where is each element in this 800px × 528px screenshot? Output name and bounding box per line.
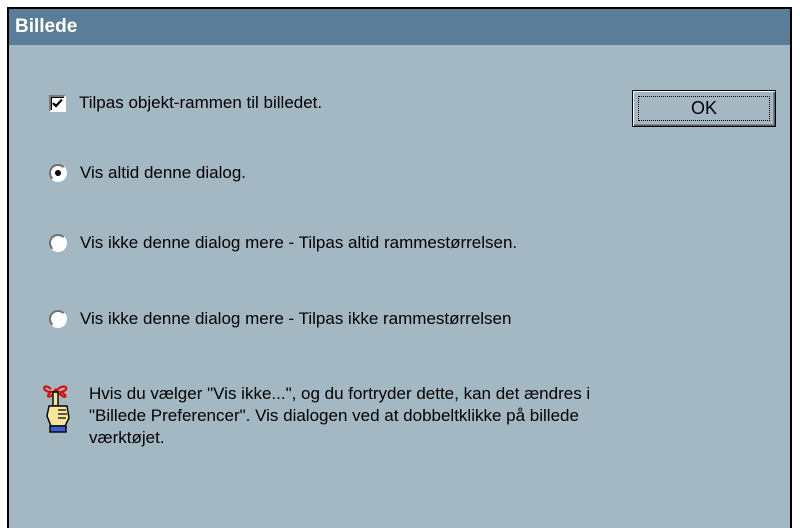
ok-button[interactable]: OK bbox=[632, 90, 776, 127]
radio-button-always-fit[interactable] bbox=[49, 234, 67, 252]
ok-button-label: OK bbox=[690, 98, 717, 118]
hint-line: Hvis du vælger "Vis ikke...", og du fort… bbox=[89, 384, 591, 403]
radio-label-never-fit: Vis ikke denne dialog mere - Tilpas ikke… bbox=[80, 309, 512, 328]
radio-option-always-fit[interactable]: Vis ikke denne dialog mere - Tilpas alti… bbox=[49, 231, 517, 255]
hint-line: "Billede Preferencer". Vis dialogen ved … bbox=[89, 406, 579, 425]
radio-selected-dot bbox=[55, 170, 61, 176]
dialog-title: Billede bbox=[15, 16, 78, 37]
radio-option-never-fit[interactable]: Vis ikke denne dialog mere - Tilpas ikke… bbox=[49, 307, 511, 331]
fit-frame-label: Tilpas objekt-rammen til billedet. bbox=[79, 93, 323, 112]
hint-line: værktøjet. bbox=[89, 428, 165, 447]
radio-button-always-show[interactable] bbox=[49, 164, 67, 182]
radio-label-always-show: Vis altid denne dialog. bbox=[80, 163, 247, 182]
radio-option-always-show[interactable]: Vis altid denne dialog. bbox=[49, 161, 246, 185]
radio-label-always-fit: Vis ikke denne dialog mere - Tilpas alti… bbox=[80, 233, 518, 252]
fit-frame-checkbox[interactable] bbox=[49, 94, 66, 112]
title-bar[interactable]: Billede bbox=[9, 9, 790, 45]
radio-button-never-fit[interactable] bbox=[49, 310, 67, 328]
fit-frame-checkbox-row[interactable]: Tilpas objekt-rammen til billedet. bbox=[49, 91, 322, 115]
billede-dialog: Billede Tilpas objekt-rammen til billede… bbox=[7, 7, 792, 528]
checkmark-icon bbox=[52, 98, 63, 108]
finger-with-ribbon-icon bbox=[43, 385, 70, 433]
hint-text: Hvis du vælger "Vis ikke...", og du fort… bbox=[89, 383, 779, 449]
